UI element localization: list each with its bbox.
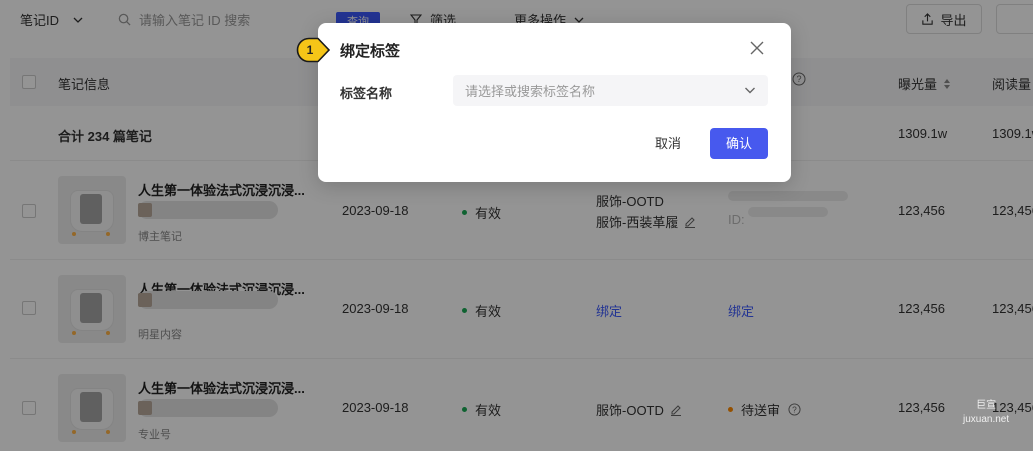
modal-title: 绑定标签 (340, 43, 401, 60)
close-icon[interactable] (748, 39, 766, 57)
step-number: 1 (306, 43, 314, 57)
confirm-button[interactable]: 确认 (710, 128, 768, 159)
chevron-down-icon (745, 87, 755, 94)
watermark-line2: juxuan.net (963, 414, 1010, 425)
bind-tag-modal: 绑定标签 标签名称 请选择或搜索标签名称 取消 确认 (318, 23, 791, 182)
tag-name-select[interactable]: 请选择或搜索标签名称 (453, 75, 768, 106)
cancel-button[interactable]: 取消 (648, 129, 688, 159)
watermark-line1: 巨宣 (976, 400, 997, 411)
tag-name-label: 标签名称 (340, 86, 393, 101)
watermark: 巨宣 juxuan.net (963, 399, 1009, 427)
notes-page: 笔记ID 请输入笔记 ID 搜索 查询 筛选 更多操作 导出 笔记信息 ? 曝光… (0, 0, 1033, 451)
tag-name-placeholder: 请选择或搜索标签名称 (465, 84, 596, 99)
